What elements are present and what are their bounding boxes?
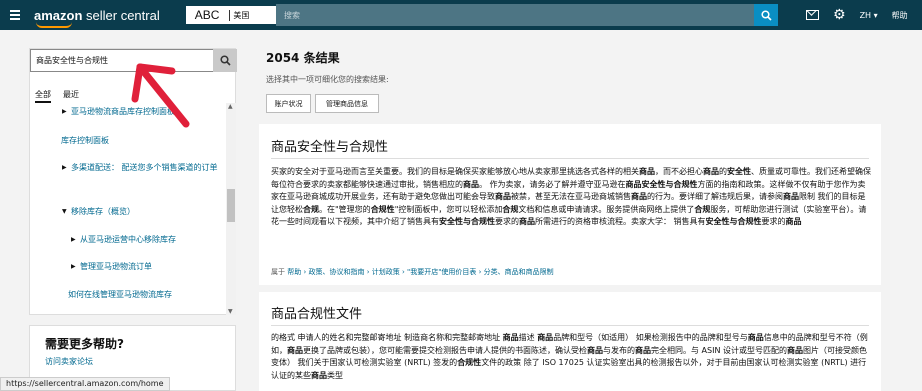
scroll-up-icon[interactable]: ▲ <box>228 103 233 110</box>
tree-item[interactable]: 库存控制面板 <box>61 134 221 147</box>
result-snippet: 买家的安全对于亚马逊而言至关重要。我们的目标是确保买家能够放心地从卖家那里挑选各… <box>271 167 871 227</box>
scroll-down-icon[interactable]: ▼ <box>228 308 233 315</box>
expand-arrow-icon[interactable]: ▶ <box>62 105 71 118</box>
result-title[interactable]: 商品安全性与合规性 <box>271 136 388 155</box>
divider <box>271 158 869 159</box>
logo-smile-icon <box>36 22 72 28</box>
marketplace-name: 美国 <box>229 9 249 21</box>
global-search-input[interactable] <box>276 4 754 26</box>
hamburger-icon[interactable] <box>10 10 20 20</box>
store-name: ABC <box>194 8 220 22</box>
help-link[interactable]: 帮助 <box>892 10 908 21</box>
search-icon <box>219 55 231 66</box>
filter-account-health[interactable]: 账户状况 <box>266 94 311 113</box>
tree-item[interactable]: ▶ 从亚马逊运营中心移除库存 <box>71 233 221 246</box>
breadcrumb-link[interactable]: 帮助 › 政策、协议和指南 › 计划政策 › "我要开店"使用价目表 › 分类、… <box>287 268 553 276</box>
result-snippet: 的格式 申请人的姓名和完整邮寄地址 制造商名称和完整邮寄地址 商品描述 商品品牌… <box>271 333 868 380</box>
mail-icon[interactable] <box>806 10 819 20</box>
expand-arrow-icon[interactable]: ▶ <box>71 233 80 246</box>
global-search <box>276 4 778 26</box>
tree-item-label: 移除库存（概览） <box>71 207 135 216</box>
tab-all[interactable]: 全部 <box>35 89 51 103</box>
global-search-button[interactable] <box>754 4 778 26</box>
result-title[interactable]: 商品合规性文件 <box>271 303 362 322</box>
scrollbar-thumb[interactable] <box>227 189 235 222</box>
logo-product: seller central <box>82 7 160 23</box>
gear-icon[interactable]: ⚙ <box>833 8 846 22</box>
result-card: 商品合规性文件 的格式 申请人的姓名和完整邮寄地址 制造商名称和完整邮寄地址 商… <box>259 292 881 391</box>
sidebar-scrollbar[interactable]: ▲ ▼ <box>226 103 236 315</box>
tree-item[interactable]: ▶ 管理亚马逊物流订单 <box>71 260 221 273</box>
seller-forum-link[interactable]: 访问卖家论坛 <box>45 356 93 367</box>
tree-item-label: 如何在线管理亚马逊物流库存 <box>68 290 172 299</box>
search-icon <box>760 9 772 21</box>
nav-icons: ⚙ ZH ▾ 帮助 <box>806 0 908 30</box>
divider <box>271 325 869 326</box>
tree-item-label: 从亚马逊运营中心移除库存 <box>80 235 176 244</box>
refine-hint: 选择其中一项可细化您的搜索结果: <box>266 75 389 84</box>
more-help-title: 需要更多帮助? <box>45 337 124 351</box>
expand-arrow-icon[interactable]: ▶ <box>62 161 71 174</box>
tree-item[interactable]: 如何在线管理亚马逊物流库存 <box>68 288 224 301</box>
breadcrumb-prefix: 属于 <box>271 268 285 276</box>
sidebar-tabs: 全部 最近 <box>35 89 79 103</box>
arrow-annotation <box>131 63 190 128</box>
tree-item-label: 多渠道配送： 配送您多个销售渠道的订单 <box>71 163 218 172</box>
logo-brand: amazon <box>34 7 83 23</box>
top-navigation-bar: amazon seller central ABC 美国 ⚙ ZH ▾ 帮助 <box>0 0 922 30</box>
tree-item-label: 库存控制面板 <box>61 136 109 145</box>
seller-central-logo[interactable]: amazon seller central <box>34 7 160 28</box>
expand-arrow-icon[interactable]: ▶ <box>71 260 80 273</box>
tree-item[interactable]: ▶ 多渠道配送： 配送您多个销售渠道的订单 <box>62 161 220 174</box>
language-selector[interactable]: ZH ▾ <box>860 11 878 20</box>
store-switcher[interactable]: ABC 美国 <box>185 6 284 24</box>
result-card: 商品安全性与合规性 买家的安全对于亚马逊而言至关重要。我们的目标是确保买家能够放… <box>259 124 881 285</box>
browser-status-bar: https://sellercentral.amazon.com/home <box>0 377 170 391</box>
result-breadcrumb: 属于 帮助 › 政策、协议和指南 › 计划政策 › "我要开店"使用价目表 › … <box>271 267 554 277</box>
tab-recent[interactable]: 最近 <box>63 89 79 103</box>
tree-item[interactable]: ▼ 移除库存（概览） <box>62 205 220 218</box>
results-count: 2054 条结果 <box>266 51 340 65</box>
filter-manage-listings[interactable]: 管理商品信息 <box>315 94 379 113</box>
tree-item-label: 管理亚马逊物流订单 <box>80 262 152 271</box>
collapse-arrow-icon[interactable]: ▼ <box>62 205 71 218</box>
